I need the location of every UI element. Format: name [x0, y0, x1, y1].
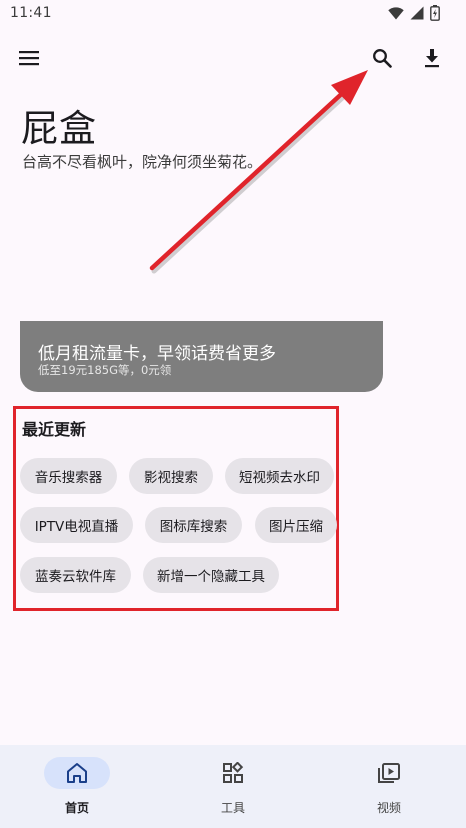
- chip-image-compress[interactable]: 图片压缩: [255, 507, 337, 543]
- nav-video-indicator: [356, 757, 422, 789]
- page-subtitle: 台高不尽看枫叶，院净何须坐菊花。: [22, 153, 263, 171]
- recent-updates-title: 最近更新: [22, 420, 87, 439]
- nav-video[interactable]: 视频: [329, 745, 449, 828]
- chip-music-search[interactable]: 音乐搜索器: [20, 458, 117, 494]
- wifi-icon: [388, 6, 404, 19]
- chip-icon-search[interactable]: 图标库搜索: [145, 507, 242, 543]
- nav-tools-label: 工具: [220, 801, 245, 815]
- battery-icon: [430, 5, 440, 21]
- home-icon: [67, 763, 87, 783]
- nav-home-label: 首页: [64, 801, 89, 815]
- bottom-navigation: 首页 工具 视频: [0, 745, 466, 828]
- signal-icon: [410, 6, 424, 20]
- menu-icon: [19, 51, 39, 66]
- nav-video-label: 视频: [376, 801, 401, 815]
- page-title: 屁盒: [21, 107, 97, 150]
- nav-tools[interactable]: 工具: [173, 745, 293, 828]
- promo-card[interactable]: 低月租流量卡，早领话费省更多 低至19元185G等，0元领: [20, 321, 383, 392]
- nav-tools-indicator: [200, 757, 266, 789]
- chip-iptv[interactable]: IPTV电视直播: [20, 507, 133, 543]
- status-bar: 11:41: [0, 0, 466, 28]
- promo-title: 低月租流量卡，早领话费省更多: [38, 344, 276, 364]
- promo-subtitle: 低至19元185G等，0元领: [38, 363, 172, 377]
- nav-home[interactable]: 首页: [17, 745, 137, 828]
- status-time: 11:41: [10, 5, 52, 21]
- video-library-icon: [378, 763, 400, 783]
- chip-hidden-tool[interactable]: 新增一个隐藏工具: [143, 557, 279, 593]
- download-button[interactable]: [412, 38, 452, 78]
- search-icon: [373, 49, 392, 68]
- chip-watermark-remove[interactable]: 短视频去水印: [225, 458, 334, 494]
- top-app-bar: [0, 36, 466, 80]
- menu-button[interactable]: [9, 38, 49, 78]
- search-button[interactable]: [362, 38, 402, 78]
- chip-video-search[interactable]: 影视搜索: [129, 458, 213, 494]
- nav-home-indicator: [44, 757, 110, 789]
- apps-icon: [223, 762, 244, 783]
- download-icon: [425, 49, 439, 68]
- chip-lanzou-library[interactable]: 蓝奏云软件库: [20, 557, 131, 593]
- status-icons: [388, 5, 440, 21]
